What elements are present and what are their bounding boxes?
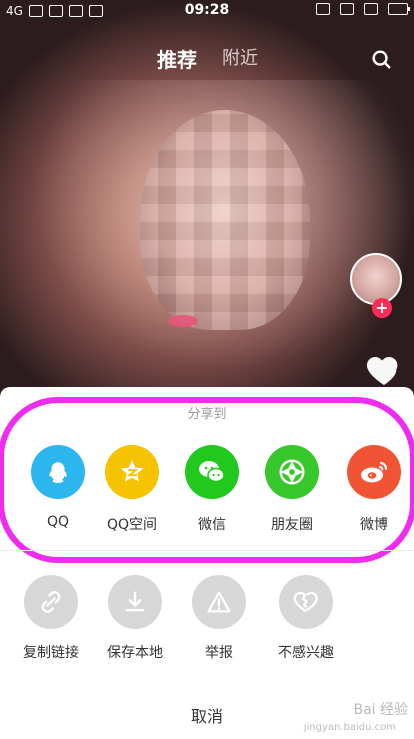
app-screen: 4G 09:28 推荐 附近 + 分享到 QQ QQ空间 微信 朋友圈 微博 复… xyxy=(0,0,414,739)
action-label-not-interested: 不感兴趣 xyxy=(278,645,334,661)
action-copy-link[interactable]: 复制链接 xyxy=(6,575,96,662)
link-icon[interactable] xyxy=(24,575,78,629)
battery-icon xyxy=(388,3,410,15)
weibo-icon[interactable] xyxy=(347,445,401,499)
download-icon[interactable] xyxy=(108,575,162,629)
share-label-wechat: 微信 xyxy=(198,517,226,533)
share-item-qzone[interactable]: QQ空间 xyxy=(92,445,172,534)
moments-icon[interactable] xyxy=(265,445,319,499)
share-item-weibo[interactable]: 微博 xyxy=(334,445,414,534)
share-label-moments: 朋友圈 xyxy=(271,517,313,533)
share-divider xyxy=(0,550,414,551)
report-icon[interactable] xyxy=(192,575,246,629)
wechat-icon[interactable] xyxy=(185,445,239,499)
like-heart-icon[interactable] xyxy=(360,350,408,390)
tab-nearby[interactable]: 附近 xyxy=(222,44,258,70)
share-actions: 复制链接 保存本地 举报 不感兴趣 xyxy=(0,575,414,675)
share-sheet-title: 分享到 xyxy=(187,407,227,422)
status-right xyxy=(316,3,410,15)
share-label-weibo: 微博 xyxy=(360,517,388,533)
action-report[interactable]: 举报 xyxy=(174,575,264,662)
pixelated-face xyxy=(140,110,310,330)
share-targets: QQ QQ空间 微信 朋友圈 微博 xyxy=(0,445,414,565)
share-item-wechat[interactable]: 微信 xyxy=(172,445,252,534)
status-bar: 4G 09:28 xyxy=(0,0,414,22)
action-save-local[interactable]: 保存本地 xyxy=(90,575,180,662)
share-label-qzone: QQ空间 xyxy=(106,517,158,533)
qq-icon[interactable] xyxy=(31,445,85,499)
action-label-save-local: 保存本地 xyxy=(107,645,163,661)
search-icon[interactable] xyxy=(370,48,392,70)
action-not-interested[interactable]: 不感兴趣 xyxy=(261,575,351,662)
share-label-qq: QQ xyxy=(46,514,70,530)
share-item-moments[interactable]: 朋友圈 xyxy=(252,445,332,534)
wifi-icon xyxy=(364,3,378,15)
tab-recommended[interactable]: 推荐 xyxy=(157,44,197,73)
broken-heart-icon[interactable] xyxy=(279,575,333,629)
watermark-url: jingyan.baidu.com xyxy=(303,722,396,733)
share-item-qq[interactable]: QQ xyxy=(18,445,98,530)
watermark-text: Bai 经验 xyxy=(353,702,408,718)
qzone-icon[interactable] xyxy=(105,445,159,499)
video-lips xyxy=(168,315,198,327)
top-tabs: 推荐 附近 xyxy=(0,44,414,80)
alarm-icon xyxy=(340,3,354,15)
action-label-report: 举报 xyxy=(205,645,233,661)
vibrate-icon xyxy=(316,3,330,15)
share-sheet: 分享到 QQ QQ空间 微信 朋友圈 微博 复制链接 保存本地 举报 不感兴趣 … xyxy=(0,387,414,739)
follow-plus-icon[interactable]: + xyxy=(372,298,392,318)
action-label-copy-link: 复制链接 xyxy=(23,645,79,661)
